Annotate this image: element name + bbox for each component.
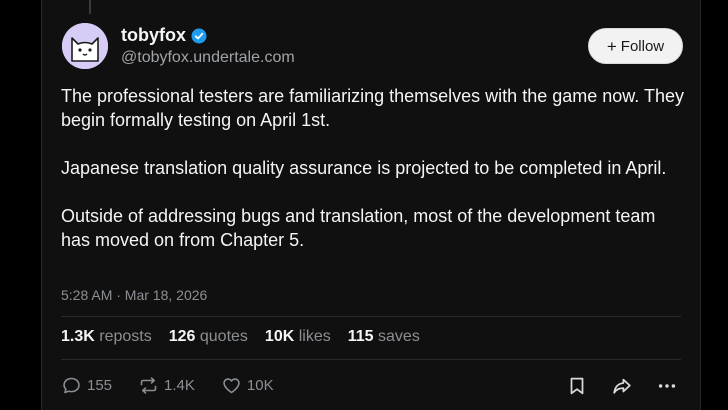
stat-value: 1.3K xyxy=(61,328,95,345)
author-handle[interactable]: @tobyfox.undertale.com xyxy=(121,49,295,67)
engagement-stats: 1.3K reposts 126 quotes 10K likes 115 sa… xyxy=(61,328,420,346)
author-name-row: tobyfox xyxy=(121,25,207,46)
post-paragraph: Japanese translation quality assurance i… xyxy=(61,158,667,178)
verified-badge-icon xyxy=(191,28,207,44)
post-paragraph: Outside of addressing bugs and translati… xyxy=(61,206,656,250)
reply-icon xyxy=(63,377,80,394)
bookmark-button[interactable] xyxy=(566,375,588,397)
author-name[interactable]: tobyfox xyxy=(121,25,186,46)
post-actions: 155 1.4K 10K xyxy=(61,375,274,396)
avatar[interactable] xyxy=(62,23,108,69)
stat-likes[interactable]: 10K likes xyxy=(265,328,331,346)
reply-button[interactable]: 155 xyxy=(61,375,112,396)
stat-reposts[interactable]: 1.3K reposts xyxy=(61,328,152,346)
share-icon xyxy=(613,378,631,394)
stat-value: 115 xyxy=(347,328,374,345)
repost-count: 1.4K xyxy=(164,377,195,394)
stat-value: 126 xyxy=(168,328,196,345)
stat-saves[interactable]: 115 saves xyxy=(348,328,420,346)
share-button[interactable] xyxy=(611,375,633,397)
stat-value: 10K xyxy=(264,328,295,345)
stat-quotes[interactable]: 126 quotes xyxy=(169,328,248,346)
stat-label: quotes xyxy=(199,328,248,345)
more-icon xyxy=(658,384,676,388)
repost-button[interactable]: 1.4K xyxy=(138,375,195,396)
more-button[interactable] xyxy=(656,375,678,397)
heart-icon xyxy=(223,378,240,394)
thread-line xyxy=(89,0,91,14)
reply-count: 155 xyxy=(87,377,113,394)
plus-icon: + xyxy=(606,36,617,56)
post-timestamp[interactable]: 5:28 AM · Mar 18, 2026 xyxy=(61,287,207,303)
follow-button[interactable]: + Follow xyxy=(588,28,683,64)
divider xyxy=(61,316,681,317)
follow-label: Follow xyxy=(620,37,665,55)
stat-label: likes xyxy=(298,328,331,345)
post-card: tobyfox @tobyfox.undertale.com + Follow … xyxy=(41,0,701,410)
stat-label: reposts xyxy=(99,328,152,345)
bookmark-icon xyxy=(570,377,584,395)
post-body: The professional testers are familiarizi… xyxy=(61,84,686,276)
stat-label: saves xyxy=(378,328,420,345)
post-secondary-actions xyxy=(566,375,678,397)
repost-icon xyxy=(140,377,157,394)
divider xyxy=(61,359,681,360)
post-paragraph: The professional testers are familiarizi… xyxy=(61,86,684,130)
like-button[interactable]: 10K xyxy=(221,375,274,396)
like-count: 10K xyxy=(246,377,274,394)
cat-avatar-icon xyxy=(62,23,108,69)
